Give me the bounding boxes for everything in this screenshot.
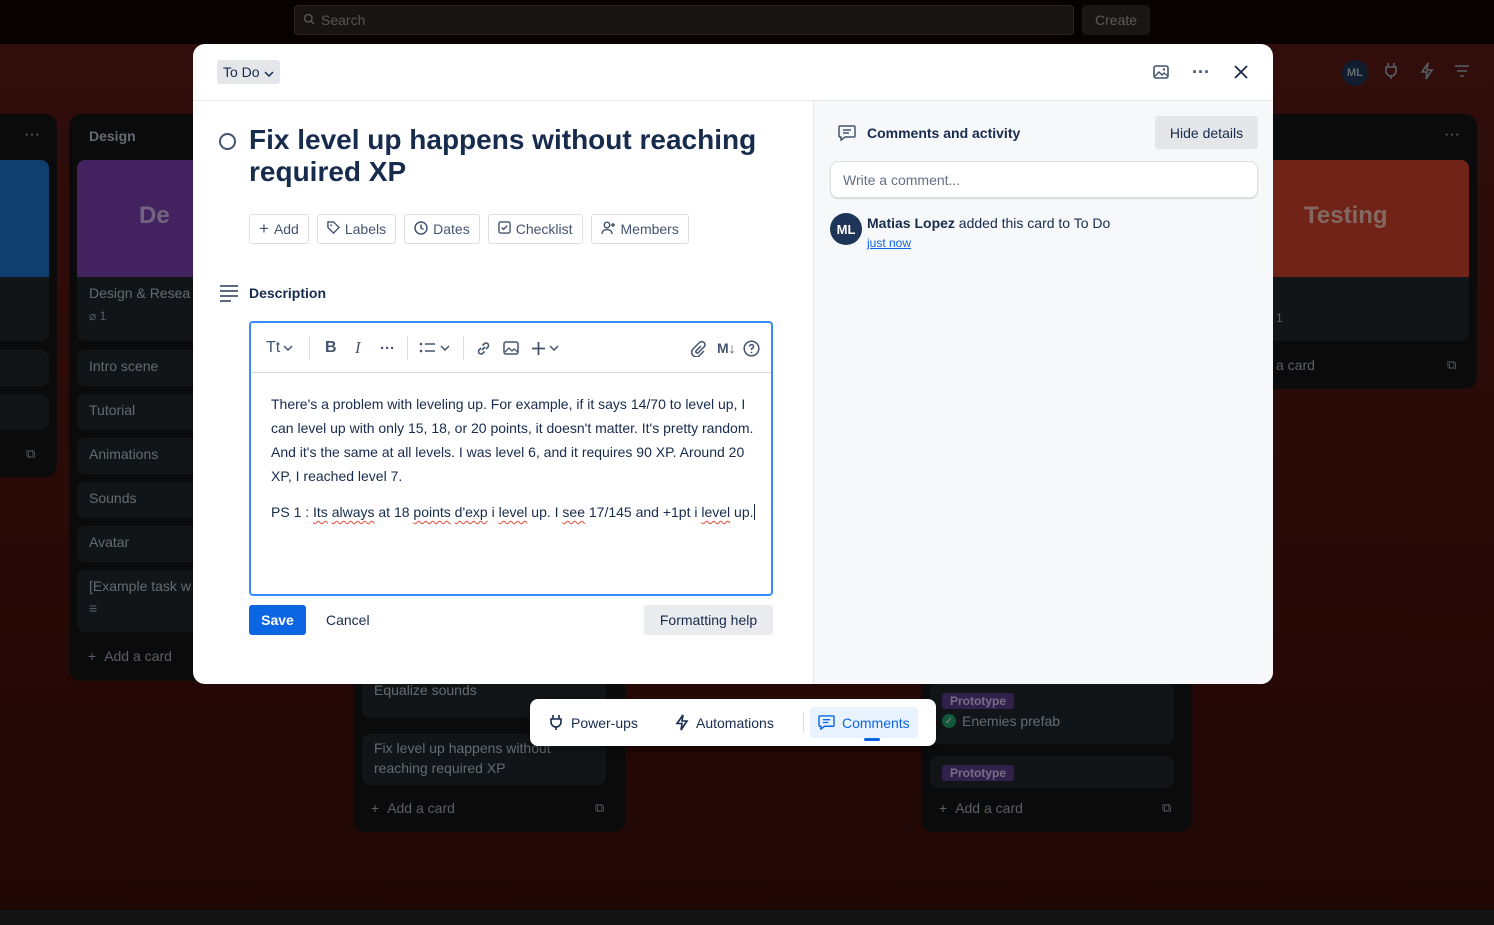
list-status-dropdown[interactable]: To Do	[217, 60, 280, 84]
plus-icon: +	[259, 219, 269, 238]
card-title-heading[interactable]: Fix level up happens without reaching re…	[249, 124, 789, 188]
automations-label: Automations	[696, 714, 774, 731]
avatar[interactable]: ML	[830, 213, 862, 245]
dates-button[interactable]: Dates	[404, 214, 480, 244]
card-detail-modal: To Do ··· Fix level up happens without r…	[193, 44, 1273, 684]
status-label: To Do	[223, 64, 260, 80]
more-formatting-icon[interactable]: ···	[380, 337, 395, 359]
attachment-icon[interactable]	[690, 337, 706, 359]
power-up-icon	[550, 715, 562, 730]
insert-dropdown-icon[interactable]	[531, 337, 559, 359]
action-label: Labels	[344, 221, 387, 237]
activity-user[interactable]: Matias Lopez	[867, 215, 955, 231]
activity-entry: Matias Lopez added this card to To Do	[867, 215, 1110, 231]
toolbar-divider	[463, 336, 464, 360]
italic-icon[interactable]: I	[355, 337, 361, 359]
help-icon[interactable]	[743, 337, 760, 359]
comments-button[interactable]: Comments	[810, 707, 918, 738]
action-label: Add	[273, 221, 299, 237]
action-label: Dates	[433, 221, 470, 237]
toolbar-divider	[803, 712, 804, 733]
active-indicator	[864, 738, 880, 741]
activity-text: added this card to To Do	[954, 215, 1111, 231]
description-icon	[219, 284, 239, 307]
add-member-icon	[600, 221, 616, 238]
os-taskbar	[0, 910, 1494, 925]
comment-icon	[818, 715, 835, 730]
cover-image-icon[interactable]	[1149, 60, 1173, 84]
description-heading: Description	[249, 285, 327, 301]
automations-button[interactable]: Automations	[667, 707, 782, 738]
description-paragraph: PS 1 : Its always at 18 points d'exp i l…	[271, 504, 755, 520]
description-editor[interactable]: Tt B I ··· M↓ There's a problem with lev…	[249, 321, 773, 596]
add-button[interactable]: + Add	[249, 214, 309, 244]
comments-label: Comments	[842, 714, 910, 731]
image-icon[interactable]	[503, 337, 519, 359]
card-actions-row: + Add Labels Dates Checklist Members	[249, 214, 689, 244]
comments-heading: Comments and activity	[867, 125, 1021, 141]
labels-button[interactable]: Labels	[316, 214, 397, 244]
comments-pane: Comments and activity Hide details Write…	[813, 101, 1273, 684]
comment-icon	[838, 125, 856, 146]
board-bottom-toolbar: Power-ups Automations Comments	[530, 699, 936, 746]
activity-timestamp-link[interactable]: just now	[867, 236, 911, 250]
list-dropdown-icon[interactable]	[419, 337, 450, 359]
hide-details-button[interactable]: Hide details	[1155, 116, 1258, 149]
chevron-down-icon	[264, 64, 274, 80]
formatting-help-button[interactable]: Formatting help	[644, 605, 773, 635]
text-style-dropdown[interactable]: Tt	[266, 337, 293, 359]
markdown-icon[interactable]: M↓	[717, 337, 736, 359]
toolbar-divider	[407, 336, 408, 360]
tag-icon	[327, 221, 340, 237]
text-style-label: Tt	[266, 339, 281, 356]
toolbar-divider	[309, 336, 310, 360]
power-ups-button[interactable]: Power-ups	[540, 707, 646, 738]
comment-input[interactable]: Write a comment...	[830, 161, 1258, 198]
automation-icon	[675, 714, 689, 731]
power-ups-label: Power-ups	[571, 714, 638, 731]
close-icon[interactable]	[1229, 60, 1253, 84]
clock-icon	[414, 220, 428, 238]
text-caret	[753, 504, 755, 520]
save-button[interactable]: Save	[249, 605, 306, 635]
action-label: Checklist	[515, 221, 573, 237]
checklist-button[interactable]: Checklist	[487, 214, 583, 244]
cancel-button[interactable]: Cancel	[316, 605, 380, 635]
chevron-down-icon	[283, 345, 293, 351]
modal-header: To Do ···	[193, 44, 1273, 101]
action-label: Members	[620, 221, 679, 237]
bold-icon[interactable]: B	[325, 337, 337, 359]
more-options-icon[interactable]: ···	[1189, 60, 1213, 84]
complete-toggle[interactable]	[219, 133, 236, 150]
description-text[interactable]: There's a problem with leveling up. For …	[271, 392, 757, 536]
editor-toolbar: Tt B I ··· M↓	[251, 323, 771, 373]
members-button[interactable]: Members	[590, 214, 689, 244]
description-paragraph: There's a problem with leveling up. For …	[271, 396, 754, 484]
link-icon[interactable]	[475, 337, 492, 359]
checkbox-icon	[497, 221, 511, 237]
